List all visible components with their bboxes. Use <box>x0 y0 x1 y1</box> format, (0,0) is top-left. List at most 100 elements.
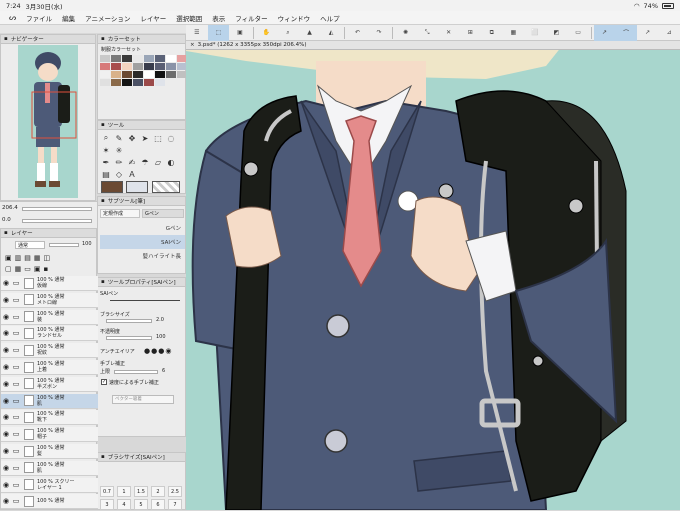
eye-icon[interactable]: ◉ <box>1 481 11 489</box>
colorset-name[interactable]: 制服カラーセット <box>98 44 185 54</box>
folder-icon[interactable]: ▭ <box>11 313 21 321</box>
snap-grid-icon[interactable]: ⊿ <box>658 25 680 41</box>
vector-snap-field[interactable]: ベクター吸着 <box>112 395 174 404</box>
opacity-slider[interactable] <box>106 336 152 340</box>
color-swatch[interactable] <box>133 63 143 70</box>
zoom-slider[interactable] <box>22 207 92 211</box>
brush-size-option[interactable]: 1 <box>117 486 131 497</box>
gradient-tool-icon[interactable]: ▤ <box>101 169 111 179</box>
operation-tool-icon[interactable]: ➤ <box>140 133 150 143</box>
color-swatch[interactable] <box>155 63 165 70</box>
move-tool-icon[interactable]: ✥ <box>127 133 137 143</box>
color-swatch[interactable] <box>122 55 132 62</box>
layer-move-icon[interactable]: ⬚ <box>207 24 230 41</box>
folder-icon[interactable]: ▭ <box>11 346 21 354</box>
folder-icon[interactable]: ▭ <box>11 329 21 337</box>
layer-row[interactable]: ◉ ▭ 100 % 通常 靴下 <box>1 410 98 426</box>
layer-row[interactable]: ◉ ▭ 100 % 通常 上着 <box>1 360 98 375</box>
brush-size-option[interactable]: 6 <box>151 499 165 510</box>
menu-help[interactable]: ヘルプ <box>315 13 345 23</box>
drawing-canvas[interactable] <box>186 41 680 510</box>
layer-row[interactable]: ◉ ▭ 100 % 通常肌 <box>1 393 98 409</box>
brush-size-slider[interactable] <box>106 319 152 323</box>
text-tool-icon[interactable]: Ａ <box>127 169 137 179</box>
brush-size-option[interactable]: 2 <box>151 486 165 497</box>
layer-tools-row2[interactable]: ▢▦▭▣▪ <box>5 265 51 273</box>
rect-icon[interactable]: ▭ <box>567 25 589 41</box>
color-swatch[interactable] <box>122 79 132 86</box>
layer-row[interactable]: ◉ ▭ 100 % スクリー レイヤー 1 <box>1 477 98 493</box>
folder-icon[interactable]: ▭ <box>11 481 21 489</box>
color-swatch[interactable] <box>111 79 121 86</box>
menu-window[interactable]: ウィンドウ <box>273 13 316 23</box>
eye-icon[interactable]: ◉ <box>1 413 11 421</box>
layer-row[interactable]: ◉ ▭ 100 % 通常 ランドセル <box>1 326 98 342</box>
subtool-item-gpen[interactable]: Gペン <box>100 221 185 235</box>
folder-icon[interactable]: ▭ <box>11 413 21 421</box>
eyedropper-tool-icon[interactable]: ✎ <box>114 133 124 143</box>
angle-value[interactable]: 0.0 <box>2 217 11 223</box>
subtool-tab-ruler[interactable]: 定規作成 <box>100 209 140 218</box>
pen-tool-icon[interactable]: ✒ <box>101 157 111 167</box>
eye-icon[interactable]: ◉ <box>1 329 11 337</box>
eye-icon[interactable]: ◉ <box>1 497 11 505</box>
grid-icon[interactable]: ▦ <box>503 25 525 41</box>
eye-icon[interactable]: ◉ <box>1 296 11 304</box>
antialias-options-icon[interactable]: ●●●◉ <box>144 347 172 355</box>
menu-view[interactable]: 表示 <box>207 13 230 23</box>
brush-size-option[interactable]: 5 <box>134 499 148 510</box>
layer-opacity-value[interactable]: 100 <box>82 241 92 247</box>
redo-icon[interactable]: ↷ <box>368 25 390 41</box>
eye-icon[interactable]: ◉ <box>1 380 11 388</box>
settings-icon[interactable]: ✺ <box>395 25 417 41</box>
transparent-color-swatch[interactable] <box>152 181 180 193</box>
brush-tool-icon[interactable]: ✍ <box>127 157 137 167</box>
document-close-icon[interactable]: × <box>190 42 195 48</box>
fill-tool-icon[interactable]: ◐ <box>166 157 176 167</box>
layer-tools-row1[interactable]: ▣▥▤▦◫ <box>5 254 53 262</box>
select-icon[interactable]: ⬜ <box>524 25 546 41</box>
layer-opacity-slider[interactable] <box>49 243 79 247</box>
color-swatch[interactable] <box>166 55 176 62</box>
menu-layer[interactable]: レイヤー <box>135 13 171 23</box>
brush-size-option[interactable]: 2.5 <box>168 486 182 497</box>
folder-icon[interactable]: ▭ <box>11 447 21 455</box>
eraser-tool-icon[interactable]: ▱ <box>153 157 163 167</box>
color-swatch[interactable] <box>155 71 165 78</box>
color-swatch[interactable] <box>144 63 154 70</box>
subtool-item-hair[interactable]: 髪ハイライト長 <box>100 249 185 263</box>
brush-size-option[interactable]: 1.5 <box>134 486 148 497</box>
layer-row[interactable]: ◉ ▭ 100 % 通常 メトロ線 <box>1 292 98 308</box>
eye-icon[interactable]: ◉ <box>1 464 11 472</box>
cleanup-icon[interactable]: ◭ <box>320 25 342 41</box>
brush-size-option[interactable]: 3 <box>100 499 114 510</box>
select-tool-icon[interactable]: ⬚ <box>153 133 163 143</box>
fill-icon[interactable]: ▲ <box>299 25 321 41</box>
brush-size-option[interactable]: 4 <box>117 499 131 510</box>
folder-icon[interactable]: ▭ <box>11 464 21 472</box>
resize-icon[interactable]: ⊞ <box>459 25 481 41</box>
layer-row[interactable]: ◉ ▭ 100 % 通常 仮線 <box>1 276 98 291</box>
folder-icon[interactable]: ▭ <box>11 279 21 287</box>
menu-edit[interactable]: 編集 <box>57 13 80 23</box>
color-swatch[interactable] <box>100 63 110 70</box>
angle-slider[interactable] <box>22 219 92 223</box>
layer-row[interactable]: ◉ ▭ 100 % 通常 <box>1 494 98 510</box>
layer-row[interactable]: ◉ ▭ 100 % 通常装 <box>1 309 98 325</box>
magic-wand-icon[interactable]: ✶ <box>101 145 111 155</box>
snap-curve-icon[interactable]: ⌒ <box>615 24 637 41</box>
color-swatch[interactable] <box>111 71 121 78</box>
main-color-swatch[interactable] <box>101 181 123 193</box>
stabilize-value[interactable]: 6 <box>162 368 165 374</box>
menu-filter[interactable]: フィルター <box>230 13 272 23</box>
brush-size-value[interactable]: 2.0 <box>156 317 164 323</box>
eye-icon[interactable]: ◉ <box>1 430 11 438</box>
folder-icon[interactable]: ▭ <box>11 363 21 371</box>
color-swatch[interactable] <box>144 71 154 78</box>
airbrush-tool-icon[interactable]: ☂ <box>140 157 150 167</box>
color-swatch[interactable] <box>122 63 132 70</box>
eye-icon[interactable]: ◉ <box>1 279 11 287</box>
opacity-value[interactable]: 100 <box>156 334 166 340</box>
speed-checkbox[interactable]: ✓ <box>101 379 107 385</box>
zoom-tool-icon[interactable]: ⌕ <box>101 133 111 143</box>
